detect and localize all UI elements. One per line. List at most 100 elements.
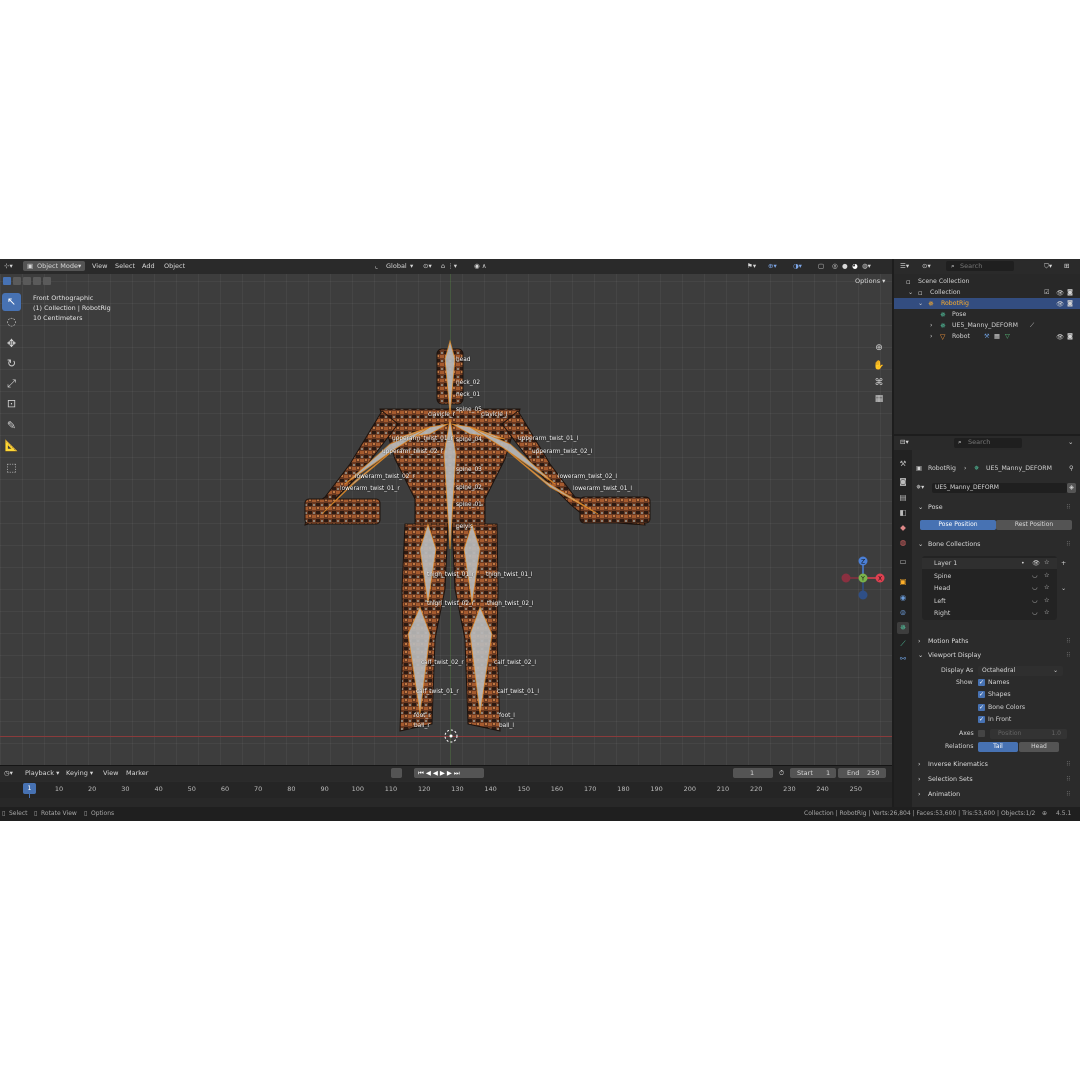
chevron-right-icon[interactable]: › <box>930 322 932 329</box>
render-tab-icon[interactable]: ◙ <box>897 476 909 488</box>
outliner-editor-icon[interactable]: ☰▾ <box>900 262 909 270</box>
eye-closed-icon[interactable]: ◡ <box>1032 609 1037 616</box>
outliner-row-collection[interactable]: ⌄ ▫ Collection ☑ 👁 ◙ <box>894 287 1080 298</box>
drag-handle-icon[interactable]: ⠿ <box>1066 776 1071 783</box>
chevron-down-icon[interactable]: ⌄ <box>1068 438 1073 446</box>
star-icon[interactable]: ☆ <box>1044 609 1050 616</box>
outliner-row-robotrig[interactable]: ⌄ ✵ RobotRig 👁 ◙ <box>894 298 1080 309</box>
eye-icon[interactable]: 👁 <box>1056 300 1064 308</box>
chevron-down-icon[interactable]: ⌄ <box>908 289 913 296</box>
camera-view-icon[interactable]: ⌘ <box>872 376 886 390</box>
menu-playback[interactable]: Playback ▾ <box>25 769 59 777</box>
eye-icon[interactable]: 👁 <box>1032 559 1040 567</box>
selection-sets-panel-header[interactable]: › Selection Sets ⠿ <box>916 774 1074 786</box>
properties-editor-icon[interactable]: ⊟▾ <box>900 438 909 446</box>
eye-icon[interactable]: 👁 <box>1056 333 1064 341</box>
output-tab-icon[interactable]: ▤ <box>897 492 909 504</box>
display-as-dropdown[interactable]: Octahedral <box>978 666 1063 676</box>
outliner-row-armature-data[interactable]: › ✵ UE5_Manny_DEFORM ⟋ <box>894 320 1080 331</box>
list-item[interactable]: Layer 1 <box>934 560 957 567</box>
display-mode-icon[interactable]: ⊙▾ <box>922 262 931 270</box>
constraints-tab-icon[interactable]: ⊚ <box>897 607 909 619</box>
list-item[interactable]: Head <box>934 585 950 592</box>
relations-head-button[interactable]: Head <box>1019 742 1059 752</box>
new-collection-icon[interactable]: ⊞ <box>1064 262 1069 270</box>
bone-constraints-tab-icon[interactable]: ⚯ <box>897 653 909 665</box>
chevron-down-icon[interactable]: ⌄ <box>1061 585 1066 592</box>
in-front-checkbox[interactable]: ✓ <box>978 716 985 723</box>
eye-closed-icon[interactable]: ◡ <box>1032 572 1037 579</box>
breadcrumb-data[interactable]: UE5_Manny_DEFORM <box>986 465 1052 472</box>
rest-position-button[interactable]: Rest Position <box>996 520 1072 530</box>
motion-paths-panel-header[interactable]: › Motion Paths ⠿ <box>916 636 1074 648</box>
armature-name-field[interactable]: UE5_Manny_DEFORM <box>932 483 1067 493</box>
collection-tab-icon[interactable]: ▭ <box>897 556 909 568</box>
playhead[interactable]: 1 <box>23 783 36 794</box>
fake-user-icon[interactable]: ◈ <box>1067 483 1076 493</box>
datablock-browse-icon[interactable]: ✵▾ <box>916 484 924 491</box>
menu-keying[interactable]: Keying ▾ <box>66 769 93 777</box>
bone-collections-panel-header[interactable]: ⌄ Bone Collections ⠿ <box>916 539 1074 551</box>
drag-handle-icon[interactable]: ⠿ <box>1066 791 1071 798</box>
axes-checkbox[interactable] <box>978 730 985 737</box>
drag-handle-icon[interactable]: ⠿ <box>1066 761 1071 768</box>
filter-icon[interactable]: ⛉▾ <box>1044 262 1052 271</box>
star-icon[interactable]: ☆ <box>1044 559 1050 566</box>
navigation-gizmo[interactable]: Z X Y <box>838 553 888 603</box>
drag-handle-icon[interactable]: ⠿ <box>1066 504 1071 511</box>
star-icon[interactable]: ☆ <box>1044 597 1050 604</box>
auto-key-icon[interactable] <box>391 768 402 778</box>
star-icon[interactable]: ☆ <box>1044 572 1050 579</box>
zoom-icon[interactable]: ⊕ <box>872 341 886 355</box>
object-tab-icon[interactable]: ▣ <box>897 576 909 588</box>
chevron-down-icon[interactable]: ⌄ <box>918 300 923 307</box>
bone-colors-checkbox[interactable]: ✓ <box>978 704 985 711</box>
inverse-kinematics-panel-header[interactable]: › Inverse Kinematics ⠿ <box>916 759 1074 771</box>
pan-hand-icon[interactable]: ✋ <box>872 359 886 373</box>
drag-handle-icon[interactable]: ⠿ <box>1066 652 1071 659</box>
outliner-row-pose[interactable]: ✵ Pose <box>894 309 1080 320</box>
world-tab-icon[interactable]: ◍ <box>897 537 909 549</box>
3d-viewport[interactable]: ⊹▾ ▣ Object Mode ▾ View Select Add Objec… <box>0 259 892 765</box>
pose-panel-header[interactable]: ⌄ Pose ⠿ <box>916 502 1074 514</box>
menu-view[interactable]: View <box>103 769 118 777</box>
scene-tab-icon[interactable]: ◆ <box>897 522 909 534</box>
frame-ruler[interactable]: 10 20 30 40 50 60 70 80 90 100 110 120 130 140 150 160 1… <box>0 782 892 798</box>
list-item[interactable]: Spine <box>934 573 951 580</box>
physics-tab-icon[interactable]: ◉ <box>897 592 909 604</box>
list-item[interactable]: Left <box>934 598 946 605</box>
ortho-grid-icon[interactable]: ▦ <box>872 392 886 406</box>
viewport-display-panel-header[interactable]: ⌄ Viewport Display ⠿ <box>916 650 1074 662</box>
eye-closed-icon[interactable]: ◡ <box>1032 584 1037 591</box>
playback-buttons-icon[interactable]: ⏮◀◀▶▶⏭ <box>418 769 462 778</box>
menu-marker[interactable]: Marker <box>126 769 148 777</box>
bone-tab-icon[interactable]: ⟋ <box>897 638 909 650</box>
tool-tab-icon[interactable]: ⚒ <box>897 458 909 470</box>
outliner-row-robot[interactable]: › ▽ Robot ⚒ ▦ ▽ 👁 ◙ <box>894 331 1080 342</box>
shapes-checkbox[interactable]: ✓ <box>978 691 985 698</box>
eye-closed-icon[interactable]: ◡ <box>1032 597 1037 604</box>
relations-tail-button[interactable]: Tail <box>978 742 1018 752</box>
add-icon[interactable]: + <box>1061 560 1066 567</box>
pose-position-button[interactable]: Pose Position <box>920 520 996 530</box>
armature-data-tab-icon[interactable]: ✵ <box>897 622 909 634</box>
outliner-row-scene-collection[interactable]: ▫ Scene Collection <box>894 276 1080 287</box>
camera-icon[interactable]: ◙ <box>1067 300 1073 307</box>
view-layer-tab-icon[interactable]: ◧ <box>897 507 909 519</box>
pin-icon[interactable]: ⚲ <box>1069 465 1074 472</box>
eye-icon[interactable]: 👁 <box>1056 289 1064 297</box>
animation-panel-header[interactable]: › Animation ⠿ <box>916 789 1074 801</box>
star-icon[interactable]: ☆ <box>1044 584 1050 591</box>
axes-position-field[interactable]: Position 1.0 <box>990 729 1067 739</box>
breadcrumb-object[interactable]: RobotRig <box>928 465 956 472</box>
list-item[interactable]: Right <box>934 610 950 617</box>
names-checkbox[interactable]: ✓ <box>978 679 985 686</box>
chevron-right-icon[interactable]: › <box>930 333 932 340</box>
3d-cursor[interactable] <box>444 729 458 743</box>
checkbox-icon[interactable]: ☑ <box>1044 289 1050 296</box>
timeline-editor-icon[interactable]: ◷▾ <box>4 769 13 777</box>
camera-icon[interactable]: ◙ <box>1067 333 1073 340</box>
drag-handle-icon[interactable]: ⠿ <box>1066 638 1071 645</box>
camera-icon[interactable]: ◙ <box>1067 289 1073 296</box>
drag-handle-icon[interactable]: ⠿ <box>1066 541 1071 548</box>
